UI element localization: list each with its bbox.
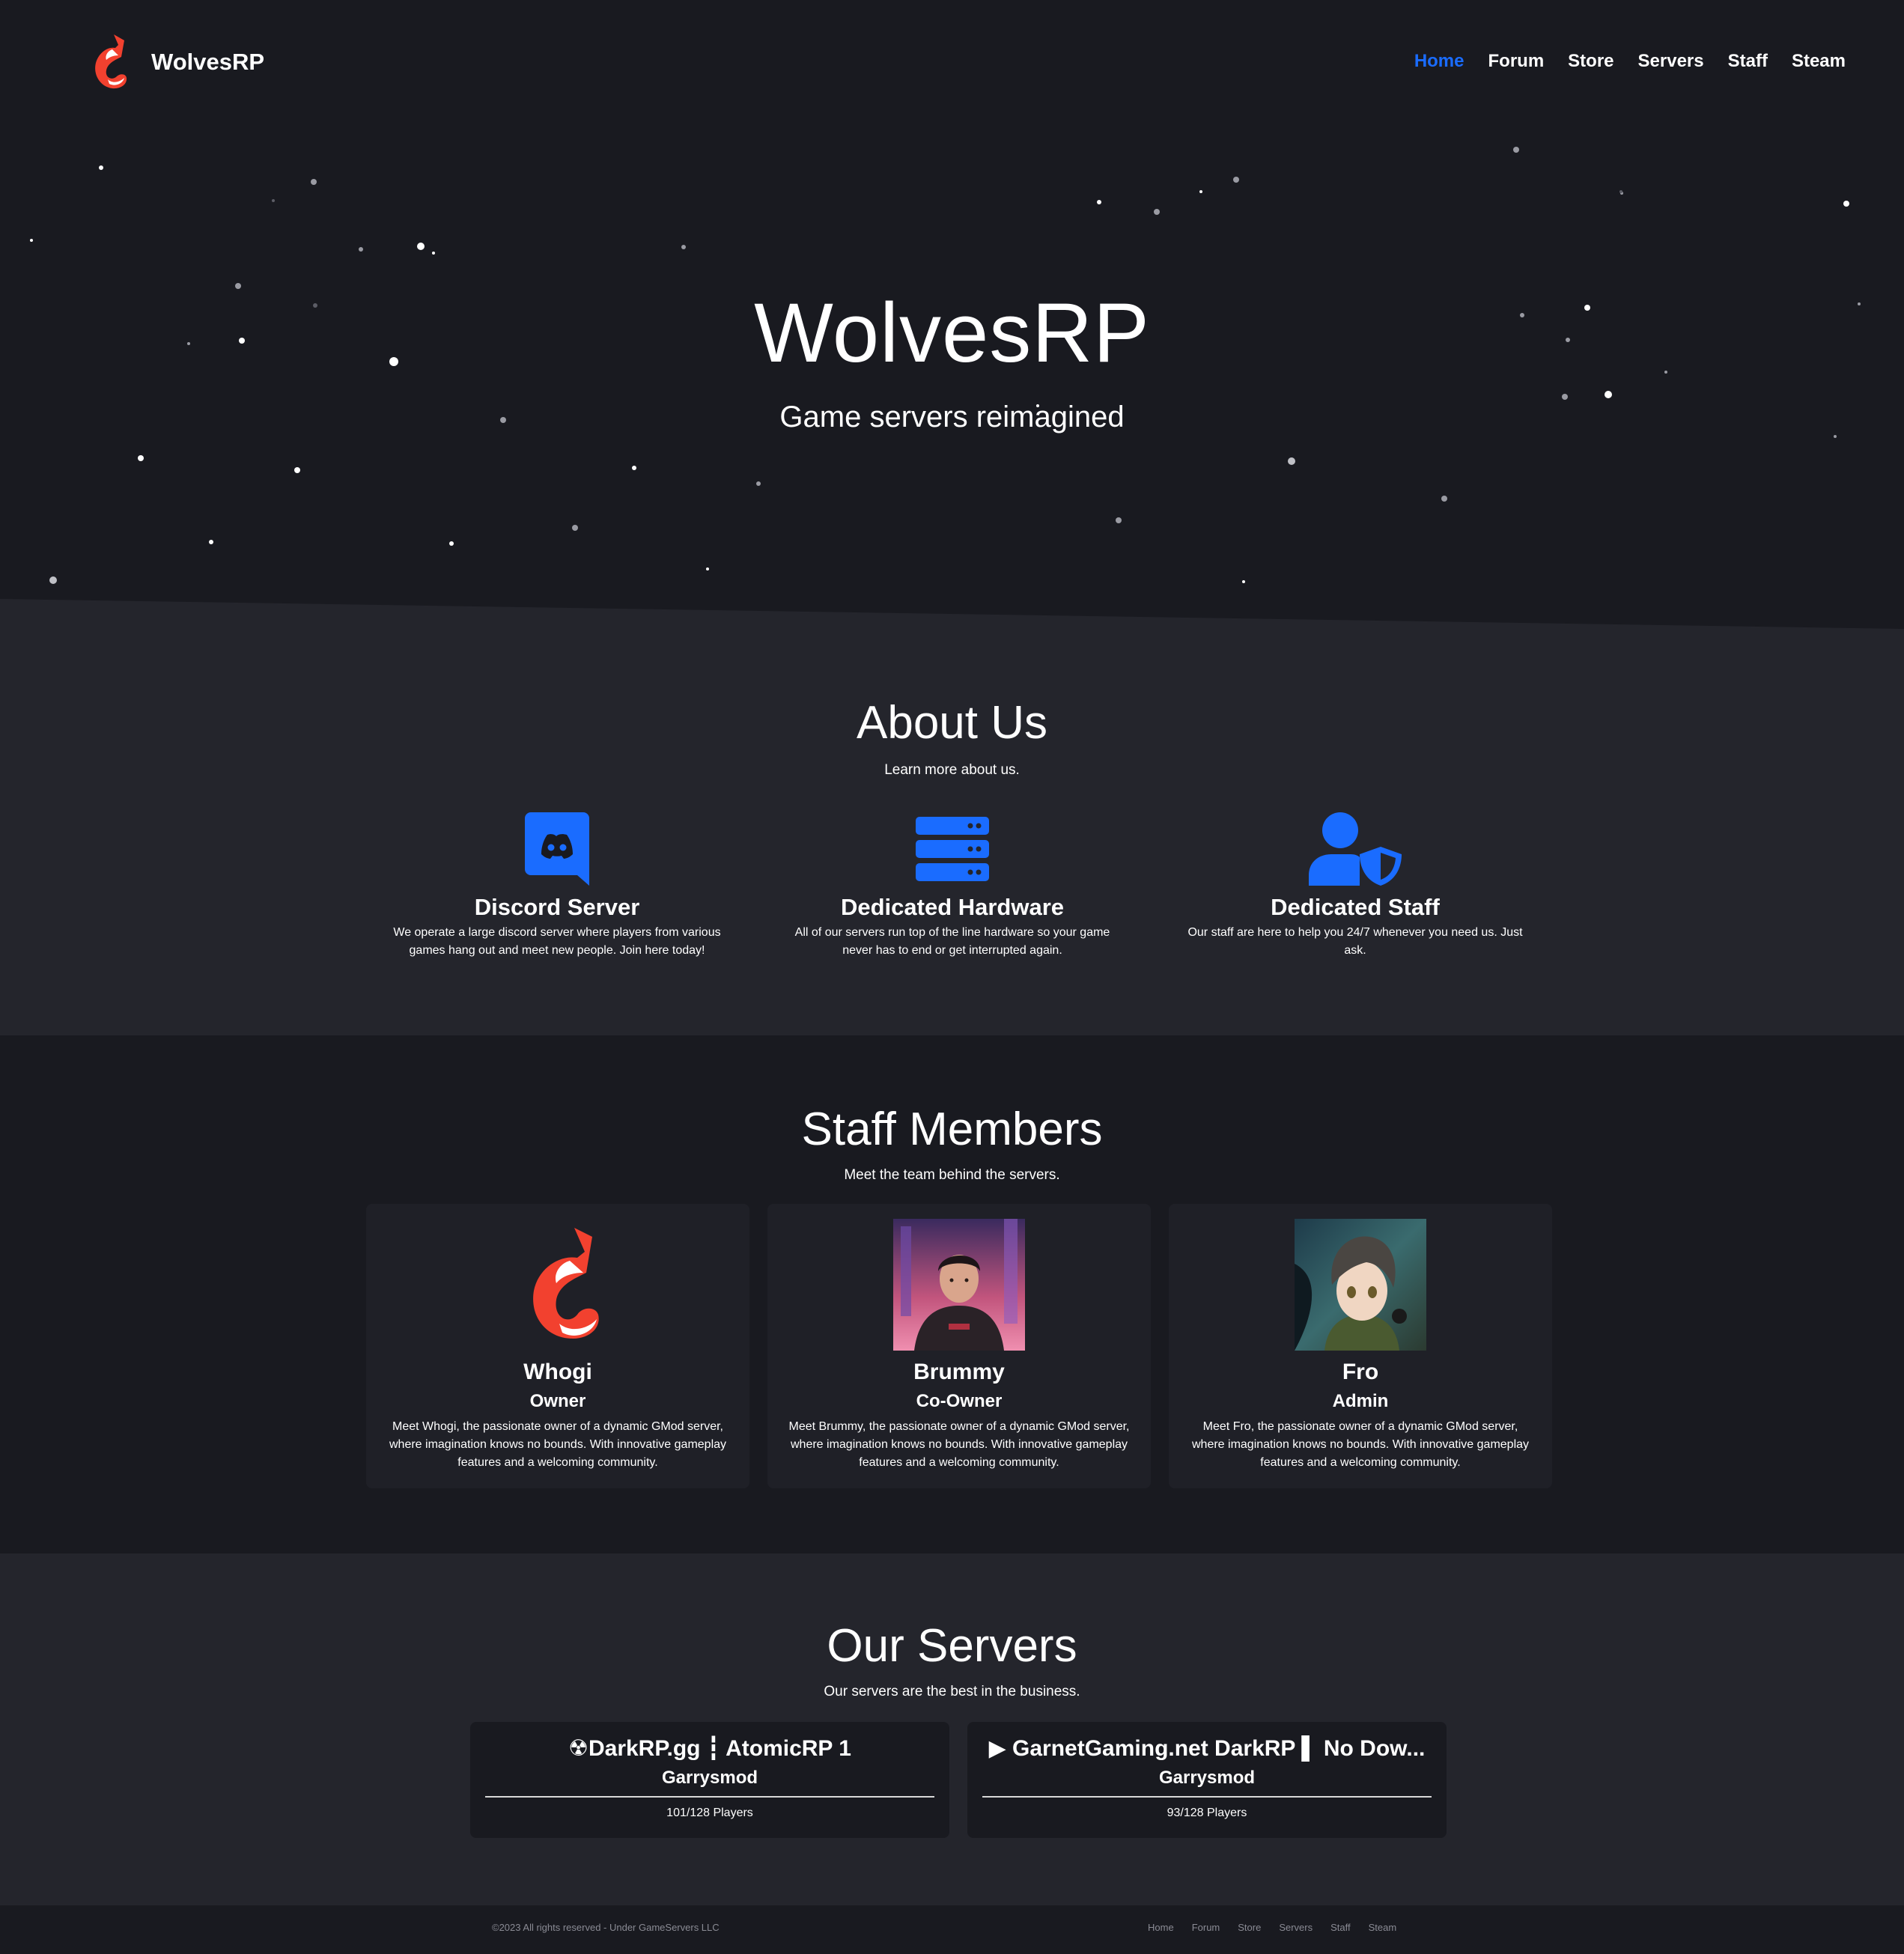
about-section: About Us Learn more about us. Discord Se… bbox=[0, 599, 1904, 1035]
staff-subtitle: Meet the team behind the servers. bbox=[844, 1167, 1060, 1183]
staff-section: Staff Members Meet the team behind the s… bbox=[0, 1035, 1904, 1553]
hero-section: WolvesRP Home Forum Store Servers Staff … bbox=[0, 0, 1904, 674]
fox-logo-icon bbox=[95, 34, 127, 89]
feature-hardware: Dedicated Hardware All of our servers ru… bbox=[765, 812, 1140, 960]
staff-bio: Meet Brummy, the passionate owner of a d… bbox=[788, 1420, 1130, 1469]
servers-subtitle: Our servers are the best in the business… bbox=[824, 1684, 1080, 1699]
staff-title: Staff Members bbox=[801, 1104, 1103, 1155]
staff-name: Fro bbox=[1342, 1360, 1379, 1384]
staff-name: Brummy bbox=[913, 1360, 1005, 1384]
hero-title: WolvesRP bbox=[754, 286, 1150, 380]
feature-text: We operate a large discord server where … bbox=[393, 926, 721, 957]
staff-card-brummy: Brummy Co-Owner Meet Brummy, the passion… bbox=[767, 1204, 1151, 1488]
server-divider bbox=[485, 1796, 934, 1798]
footer-link-staff[interactable]: Staff bbox=[1330, 1922, 1351, 1933]
feature-title: Dedicated Staff bbox=[1271, 894, 1440, 920]
server-card-1[interactable]: ☢DarkRP.gg ┇ AtomicRP 1 Garrysmod 101/12… bbox=[470, 1722, 949, 1838]
staff-role: Admin bbox=[1332, 1391, 1389, 1411]
footer-link-forum[interactable]: Forum bbox=[1192, 1922, 1220, 1933]
server-players: 93/128 Players bbox=[1167, 1807, 1247, 1819]
nav-store[interactable]: Store bbox=[1568, 51, 1613, 72]
server-rack-icon bbox=[916, 817, 989, 881]
server-card-2[interactable]: ▶ GarnetGaming.net DarkRP ▌ No Dow... Ga… bbox=[967, 1722, 1447, 1838]
about-title: About Us bbox=[856, 697, 1048, 749]
avatar-brummy bbox=[893, 1219, 1025, 1351]
feature-text: All of our servers run top of the line h… bbox=[794, 926, 1110, 957]
server-name: ▶ GarnetGaming.net DarkRP ▌ No Dow... bbox=[988, 1736, 1426, 1761]
server-game: Garrysmod bbox=[661, 1768, 758, 1788]
staff-role: Owner bbox=[529, 1391, 586, 1411]
feature-title: Discord Server bbox=[474, 894, 640, 920]
footer-nav: Home Forum Store Servers Staff Steam bbox=[1148, 1922, 1396, 1933]
page: WolvesRP Home Forum Store Servers Staff … bbox=[0, 0, 1904, 1954]
user-shield-icon bbox=[1309, 812, 1402, 886]
feature-discord[interactable]: Discord Server We operate a large discor… bbox=[370, 812, 744, 960]
about-subtitle: Learn more about us. bbox=[884, 762, 1020, 778]
nav-staff[interactable]: Staff bbox=[1728, 51, 1768, 72]
nav-forum[interactable]: Forum bbox=[1488, 51, 1545, 72]
staff-bio: Meet Fro, the passionate owner of a dyna… bbox=[1191, 1420, 1530, 1469]
nav-home[interactable]: Home bbox=[1414, 51, 1465, 72]
nav-steam[interactable]: Steam bbox=[1792, 51, 1846, 72]
avatar-fox-logo bbox=[533, 1228, 599, 1339]
avatar-fro bbox=[1295, 1219, 1426, 1351]
footer-link-steam[interactable]: Steam bbox=[1369, 1922, 1397, 1933]
staff-card-whogi: Whogi Owner Meet Whogi, the passionate o… bbox=[366, 1204, 749, 1488]
hero-subtitle: Game servers reimagined bbox=[779, 401, 1125, 433]
feature-staff: Dedicated Staff Our staff are here to he… bbox=[1168, 812, 1542, 960]
nav-servers[interactable]: Servers bbox=[1638, 51, 1704, 72]
footer-link-home[interactable]: Home bbox=[1148, 1922, 1174, 1933]
server-name: ☢DarkRP.gg ┇ AtomicRP 1 bbox=[568, 1736, 851, 1761]
feature-title: Dedicated Hardware bbox=[840, 894, 1065, 920]
staff-role: Co-Owner bbox=[916, 1391, 1003, 1411]
servers-section: Our Servers Our servers are the best in … bbox=[0, 1553, 1904, 1905]
main-nav: Home Forum Store Servers Staff Steam bbox=[1414, 51, 1846, 72]
staff-bio: Meet Whogi, the passionate owner of a dy… bbox=[389, 1420, 727, 1469]
server-players: 101/128 Players bbox=[666, 1807, 753, 1819]
discord-icon bbox=[525, 812, 589, 886]
server-divider bbox=[982, 1796, 1432, 1798]
server-game: Garrysmod bbox=[1158, 1768, 1256, 1788]
footer-link-store[interactable]: Store bbox=[1238, 1922, 1261, 1933]
feature-text: Our staff are here to help you 24/7 when… bbox=[1187, 926, 1523, 957]
staff-name: Whogi bbox=[523, 1360, 592, 1384]
brand-name: WolvesRP bbox=[151, 49, 265, 75]
footer: ©2023 All rights reserved - Under GameSe… bbox=[0, 1905, 1904, 1954]
footer-copyright: ©2023 All rights reserved - Under GameSe… bbox=[492, 1922, 720, 1933]
footer-link-servers[interactable]: Servers bbox=[1279, 1922, 1313, 1933]
nav-logo[interactable]: WolvesRP bbox=[85, 33, 264, 91]
staff-card-fro: Fro Admin Meet Fro, the passionate owner… bbox=[1169, 1204, 1552, 1488]
servers-title: Our Servers bbox=[827, 1620, 1077, 1672]
